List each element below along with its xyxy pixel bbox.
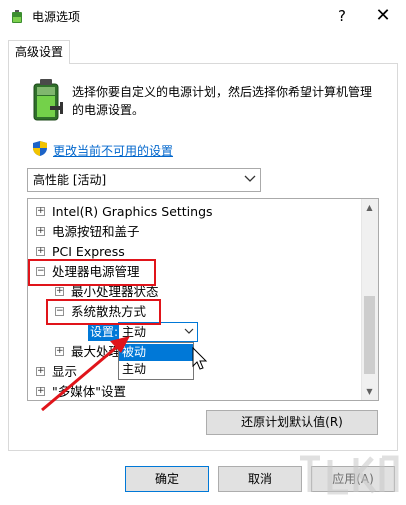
expand-icon[interactable]: + <box>36 367 45 376</box>
expand-icon[interactable]: + <box>36 387 45 396</box>
power-plan-select[interactable]: 高性能 [活动] <box>27 168 261 192</box>
battery-plug-icon <box>30 76 64 124</box>
tree-item-label: 最大处理 <box>71 344 122 359</box>
expand-icon[interactable]: + <box>36 207 45 216</box>
description-text: 选择你要自定义的电源计划，然后选择你希望计算机管理的电源设置。 <box>72 85 373 117</box>
tree-item-label: Intel(R) Graphics Settings <box>52 204 213 219</box>
expand-icon[interactable]: + <box>36 247 45 256</box>
ok-button[interactable]: 确定 <box>125 466 209 492</box>
close-button[interactable]: ✕ <box>366 3 400 29</box>
scroll-down-icon[interactable]: ▼ <box>361 383 378 400</box>
tree-item-label: 显示 <box>52 364 78 379</box>
option-passive[interactable]: 被动 <box>119 344 193 361</box>
chevron-down-icon[interactable] <box>180 322 198 342</box>
chevron-down-icon[interactable] <box>240 168 260 192</box>
help-button[interactable]: ? <box>330 5 354 27</box>
setting-label: 设置: <box>88 323 121 341</box>
scrollbar-thumb[interactable] <box>364 296 375 374</box>
cooling-policy-options: 被动 主动 <box>118 342 194 380</box>
tree-item-label: 电源按钮和盖子 <box>52 224 140 239</box>
change-unavailable-settings-link[interactable]: 更改当前不可用的设置 <box>53 142 173 159</box>
scroll-up-icon[interactable]: ▲ <box>361 199 378 216</box>
restore-plan-defaults-button[interactable]: 还原计划默认值(R) <box>206 410 378 435</box>
window-title: 电源选项 <box>32 10 81 24</box>
highlight-processor-power <box>28 259 156 286</box>
option-active[interactable]: 主动 <box>119 361 193 378</box>
uac-shield-icon <box>32 140 48 157</box>
cancel-button[interactable]: 取消 <box>218 466 302 492</box>
highlight-cooling-policy <box>46 299 161 325</box>
watermark-logo <box>296 448 402 502</box>
expand-icon[interactable]: + <box>55 347 64 356</box>
tab-advanced-settings[interactable]: 高级设置 <box>8 40 70 64</box>
power-options-icon <box>9 8 25 24</box>
tree-item-label: "多媒体"设置 <box>52 384 126 399</box>
expand-icon[interactable]: + <box>55 287 64 296</box>
expand-icon[interactable]: + <box>36 227 45 236</box>
